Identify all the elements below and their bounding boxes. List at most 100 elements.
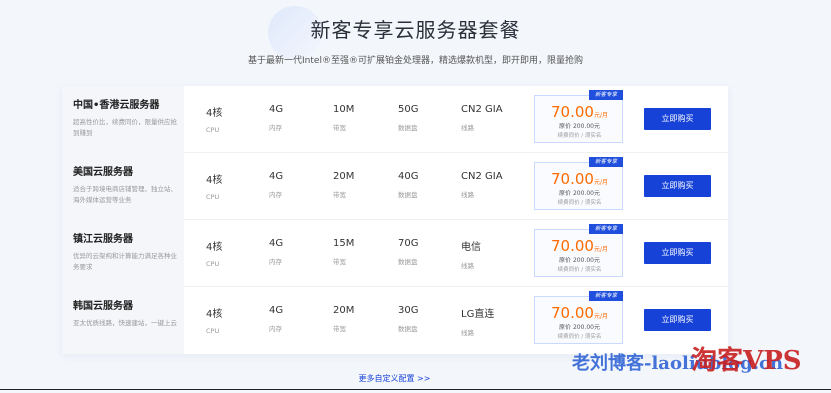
new-customer-badge: 新客专享 — [589, 157, 623, 167]
price: 70.00元/月 — [551, 303, 608, 322]
spec-line-label: 线路 — [461, 191, 474, 199]
spec-line-value: CN2 GIA — [461, 104, 503, 115]
spec-disk-value: 40G — [398, 171, 419, 182]
spec-bandwidth-value: 20M — [333, 171, 355, 182]
spec-ram-label: 内存 — [269, 325, 282, 333]
price-unit: 元/月 — [593, 313, 608, 320]
new-customer-badge: 新客专享 — [589, 90, 623, 100]
spec-disk-value: 50G — [398, 104, 419, 115]
plan-row: 镇江云服务器 优异的云架构和计算能力满足各种业务要求 4核 CPU 4G 内存 … — [62, 220, 728, 287]
spec-disk-label: 数据盘 — [398, 325, 418, 333]
spec-cpu: 4核 CPU — [206, 238, 222, 268]
price-unit: 元/月 — [593, 246, 608, 253]
price-box: 新客专享 70.00元/月 原价 200.00元 续费同价 / 须实名 — [534, 90, 623, 143]
watermark-blog-text: 老刘博客-laoliublog.cn — [572, 353, 784, 374]
plan-name: 中国•香港云服务器 — [73, 100, 160, 111]
spec-ram-label: 内存 — [269, 258, 282, 266]
buy-now-button[interactable]: 立即购买 — [644, 309, 711, 331]
original-price: 原价 200.00元 — [559, 257, 600, 264]
spec-cpu: 4核 CPU — [206, 171, 222, 201]
spec-line-value: LG直连 — [461, 309, 495, 320]
plan-description: 超高性价比，续费同价，限量供应抢到赚到 — [73, 118, 177, 137]
plan-header-cell: 中国•香港云服务器 超高性价比，续费同价，限量供应抢到赚到 — [62, 86, 184, 153]
price-box: 新客专享 70.00元/月 原价 200.00元 续费同价 / 须实名 — [534, 157, 623, 210]
spec-disk-label: 数据盘 — [398, 191, 418, 199]
spec-bandwidth-label: 带宽 — [333, 258, 346, 266]
price-note: 续费同价 / 须实名 — [557, 267, 602, 273]
buy-now-button[interactable]: 立即购买 — [644, 242, 711, 264]
plan-description: 优异的云架构和计算能力满足各种业务要求 — [73, 252, 177, 271]
spec-line: CN2 GIA 线路 — [461, 171, 503, 199]
plan-table: 中国•香港云服务器 超高性价比，续费同价，限量供应抢到赚到 4核 CPU 4G … — [62, 86, 728, 354]
price: 70.00元/月 — [551, 169, 608, 188]
price: 70.00元/月 — [551, 236, 608, 255]
spec-disk: 70G 数据盘 — [398, 238, 418, 266]
spec-ram-label: 内存 — [269, 124, 282, 132]
spec-ram: 4G 内存 — [269, 104, 283, 132]
spec-disk: 30G 数据盘 — [398, 305, 418, 333]
spec-bandwidth-value: 20M — [333, 305, 355, 316]
spec-bandwidth-value: 15M — [333, 238, 355, 249]
spec-ram: 4G 内存 — [269, 171, 283, 199]
plan-row: 韩国云服务器 亚太优质线路，快速建站，一键上云 4核 CPU 4G 内存 20M… — [62, 287, 728, 354]
spec-disk-label: 数据盘 — [398, 258, 418, 266]
spec-bandwidth-value: 10M — [333, 104, 355, 115]
spec-cpu-value: 4核 — [206, 108, 223, 119]
new-customer-badge: 新客专享 — [589, 291, 623, 301]
plan-name: 美国云服务器 — [73, 167, 133, 178]
plan-description: 适合于跨境电商店铺管理、独立站、海外媒体运营等业务 — [73, 185, 177, 204]
price-amount: 70.00 — [551, 170, 594, 188]
price-amount: 70.00 — [551, 103, 594, 121]
price-box: 新客专享 70.00元/月 原价 200.00元 续费同价 / 须实名 — [534, 291, 623, 344]
page-header: 新客专享云服务器套餐 基于最新一代Intel®至强®可扩展铂金处理器，精选爆款机… — [0, 0, 831, 80]
spec-bandwidth: 10M 带宽 — [333, 104, 354, 132]
spec-disk-value: 30G — [398, 305, 419, 316]
price-amount: 70.00 — [551, 304, 594, 322]
plan-name: 韩国云服务器 — [73, 301, 133, 312]
spec-line: 电信 线路 — [461, 238, 481, 270]
spec-line-label: 线路 — [461, 124, 474, 132]
spec-cpu-label: CPU — [206, 126, 220, 134]
plan-row: 中国•香港云服务器 超高性价比，续费同价，限量供应抢到赚到 4核 CPU 4G … — [62, 86, 728, 153]
spec-cpu-label: CPU — [206, 260, 220, 268]
spec-bandwidth-label: 带宽 — [333, 325, 346, 333]
spec-line-label: 线路 — [461, 329, 474, 337]
spec-bandwidth: 20M 带宽 — [333, 171, 354, 199]
price-box: 新客专享 70.00元/月 原价 200.00元 续费同价 / 须实名 — [534, 224, 623, 277]
page-title: 新客专享云服务器套餐 — [310, 18, 521, 42]
spec-disk-value: 70G — [398, 238, 419, 249]
price-amount: 70.00 — [551, 237, 594, 255]
spec-line-label: 线路 — [461, 262, 474, 270]
spec-cpu-value: 4核 — [206, 175, 223, 186]
plan-description: 亚太优质线路，快速建站，一键上云 — [73, 319, 177, 327]
price-unit: 元/月 — [593, 112, 608, 119]
spec-disk-label: 数据盘 — [398, 124, 418, 132]
buy-now-button[interactable]: 立即购买 — [644, 108, 711, 130]
spec-cpu-label: CPU — [206, 327, 220, 335]
spec-ram-label: 内存 — [269, 191, 282, 199]
price-note: 续费同价 / 须实名 — [557, 334, 602, 340]
plan-header-cell: 镇江云服务器 优异的云架构和计算能力满足各种业务要求 — [62, 220, 184, 287]
price-unit: 元/月 — [593, 179, 608, 186]
original-price: 原价 200.00元 — [559, 123, 600, 130]
page-subtitle: 基于最新一代Intel®至强®可扩展铂金处理器，精选爆款机型，即开即用，限量抢购 — [248, 56, 583, 66]
new-customer-badge: 新客专享 — [589, 224, 623, 234]
price-note: 续费同价 / 须实名 — [557, 133, 602, 139]
spec-disk: 50G 数据盘 — [398, 104, 418, 132]
spec-cpu: 4核 CPU — [206, 305, 222, 335]
plan-header-cell: 韩国云服务器 亚太优质线路，快速建站，一键上云 — [62, 287, 184, 354]
plan-row: 美国云服务器 适合于跨境电商店铺管理、独立站、海外媒体运营等业务 4核 CPU … — [62, 153, 728, 220]
spec-cpu-value: 4核 — [206, 309, 223, 320]
spec-line: LG直连 线路 — [461, 305, 494, 337]
original-price: 原价 200.00元 — [559, 324, 600, 331]
more-custom-config-link[interactable]: 更多自定义配置 >> — [0, 373, 789, 384]
spec-line: CN2 GIA 线路 — [461, 104, 503, 132]
plan-header-cell: 美国云服务器 适合于跨境电商店铺管理、独立站、海外媒体运营等业务 — [62, 153, 184, 220]
buy-now-button[interactable]: 立即购买 — [644, 175, 711, 197]
spec-ram-value: 4G — [269, 305, 284, 316]
spec-bandwidth-label: 带宽 — [333, 124, 346, 132]
spec-cpu-label: CPU — [206, 193, 220, 201]
spec-ram-value: 4G — [269, 238, 284, 249]
spec-disk: 40G 数据盘 — [398, 171, 418, 199]
plan-name: 镇江云服务器 — [73, 234, 133, 245]
